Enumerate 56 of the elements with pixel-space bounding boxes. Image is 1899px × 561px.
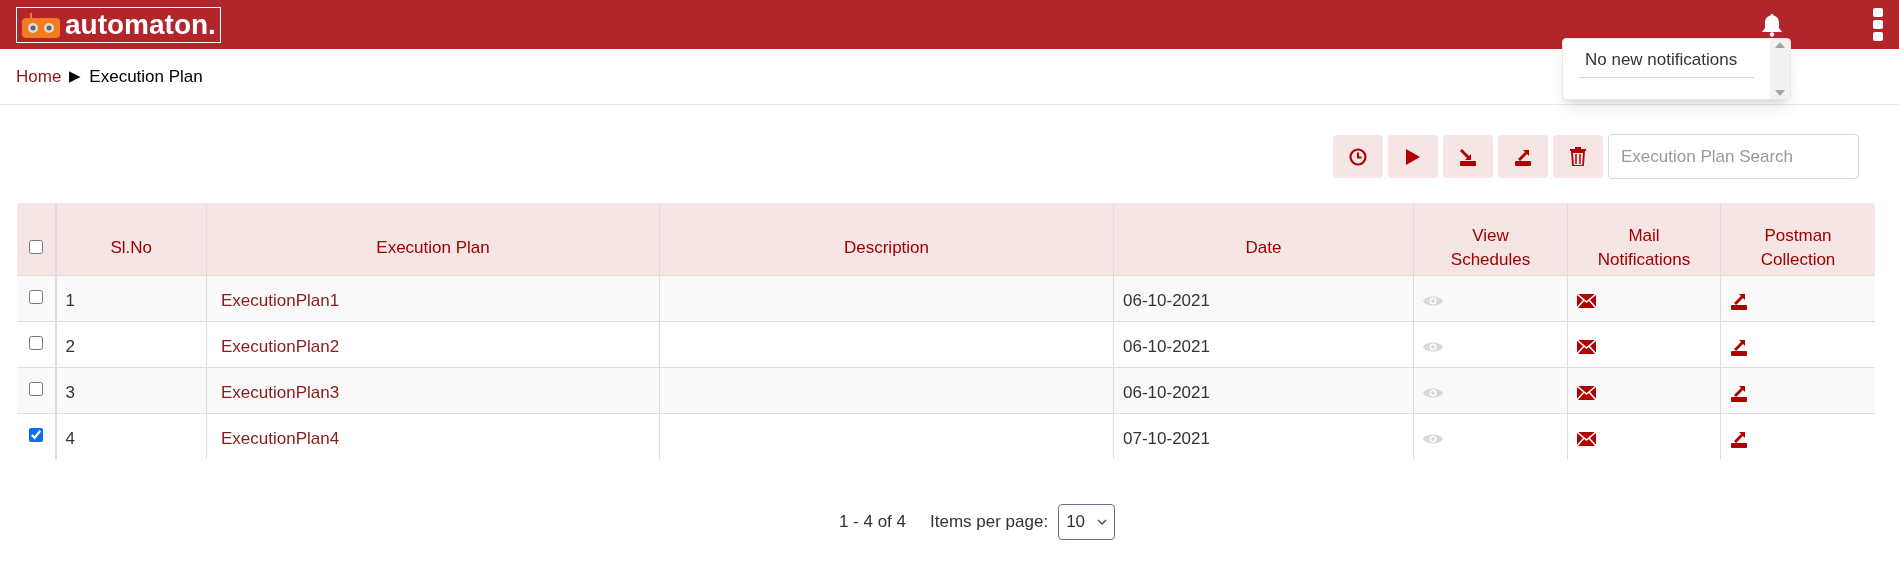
- export-icon[interactable]: [1730, 429, 1748, 448]
- breadcrumb-current: Execution Plan: [89, 65, 203, 88]
- logo-text: automaton.: [65, 10, 216, 39]
- export-icon[interactable]: [1730, 383, 1748, 402]
- logo[interactable]: automaton.: [16, 6, 221, 43]
- execution-plan-link[interactable]: ExecutionPlan3: [216, 382, 340, 402]
- search-field[interactable]: Execution Plan Search: [1608, 134, 1859, 179]
- row-number: 4: [65, 428, 75, 448]
- import-icon: [1459, 147, 1477, 166]
- delete-button[interactable]: [1553, 135, 1603, 178]
- envelope-icon[interactable]: [1577, 293, 1596, 308]
- trash-icon: [1570, 147, 1586, 166]
- date-cell: 07-10-2021: [1123, 428, 1210, 448]
- schedule-button[interactable]: [1333, 135, 1383, 178]
- envelope-icon[interactable]: [1577, 385, 1596, 400]
- column-header: Execution Plan: [376, 237, 490, 259]
- envelope-icon[interactable]: [1577, 431, 1596, 446]
- checkbox[interactable]: [28, 427, 43, 442]
- kebab-menu-icon[interactable]: [1873, 6, 1883, 43]
- date-cell: 06-10-2021: [1123, 290, 1210, 310]
- row-number: 1: [65, 290, 75, 310]
- execution-plan-link[interactable]: ExecutionPlan2: [216, 336, 340, 356]
- export-icon[interactable]: [1730, 291, 1748, 310]
- execution-plan-link[interactable]: ExecutionPlan4: [216, 428, 340, 448]
- breadcrumb-link[interactable]: Home: [16, 63, 62, 90]
- column-header: Date: [1245, 237, 1282, 259]
- chevron-down-icon: [1097, 519, 1108, 525]
- column-header: Sl.No: [110, 237, 153, 259]
- execution-plan-link[interactable]: ExecutionPlan1: [216, 290, 340, 310]
- checkbox[interactable]: [28, 289, 43, 304]
- export-icon[interactable]: [1730, 337, 1748, 356]
- breadcrumb-separator: ▶: [69, 66, 82, 87]
- items-per-page-select[interactable]: 10: [1058, 504, 1116, 540]
- row-number: 3: [65, 382, 75, 402]
- bell-icon[interactable]: [1761, 12, 1783, 37]
- export-button[interactable]: [1498, 135, 1548, 178]
- column-header: Mail Notifications: [1596, 225, 1692, 271]
- row-number: 2: [65, 336, 75, 356]
- play-icon: [1406, 148, 1420, 165]
- export-icon: [1514, 147, 1532, 166]
- checkbox[interactable]: [28, 381, 43, 396]
- envelope-icon[interactable]: [1577, 339, 1596, 354]
- column-header: Description: [843, 237, 929, 259]
- import-button[interactable]: [1443, 135, 1493, 178]
- page-range: 1 - 4 of 4: [838, 511, 907, 534]
- date-cell: 06-10-2021: [1123, 336, 1210, 356]
- checkbox[interactable]: [28, 240, 43, 255]
- clock-icon: [1349, 147, 1367, 166]
- checkbox[interactable]: [28, 335, 43, 350]
- date-cell: 06-10-2021: [1123, 382, 1210, 402]
- column-header: Postman Collection: [1759, 225, 1837, 271]
- remote-control-icon: [21, 10, 61, 39]
- notification-message: No new notifications: [1579, 47, 1754, 78]
- run-button[interactable]: [1388, 135, 1438, 178]
- items-per-page-label: Items per page:: [930, 511, 1049, 534]
- column-header: View Schedules: [1449, 225, 1532, 271]
